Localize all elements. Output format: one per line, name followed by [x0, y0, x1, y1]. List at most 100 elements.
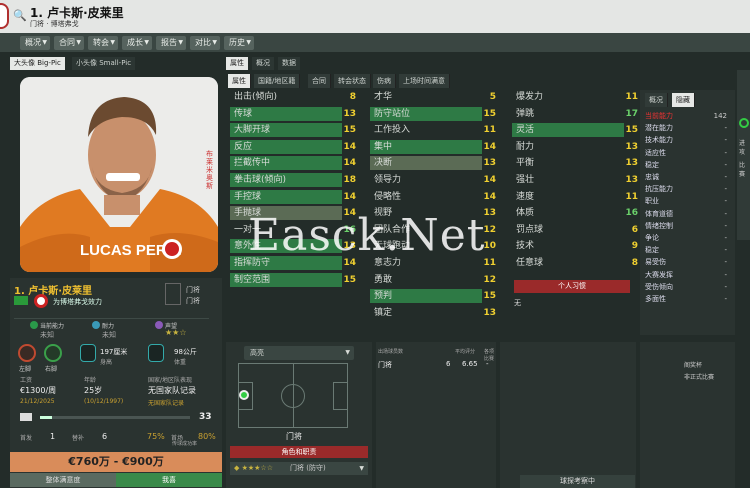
- honours-line-1: 阁奖杯: [684, 362, 703, 369]
- tab-big-pic[interactable]: 大头像 Big-Pic: [10, 57, 65, 70]
- attribute-value: 15: [483, 108, 496, 119]
- chevron-down-icon: ▼: [212, 39, 217, 46]
- nav-bar: 概况 ▼ 合同 ▼ 转会 ▼ 成长 ▼ 报告 ▼ 对比 ▼ 历史 ▼: [0, 33, 750, 52]
- wage-label: 工资: [20, 377, 33, 384]
- left-foot-label: 左脚: [19, 366, 32, 373]
- attribute-name: 罚点球: [516, 224, 544, 235]
- nav-compare[interactable]: 对比 ▼: [190, 36, 220, 50]
- role-selector[interactable]: ◆ ★★★☆☆ 门将 (防守) ▼: [230, 462, 368, 475]
- tab-overview[interactable]: 概况: [252, 57, 274, 70]
- attribute-value: 12: [483, 274, 496, 285]
- nav-history[interactable]: 历史 ▼: [224, 36, 254, 50]
- traits-none: 无: [514, 299, 521, 307]
- right-foot-icon: [44, 344, 62, 362]
- tab-data[interactable]: 数据: [278, 57, 300, 70]
- age-value: 25岁: [84, 386, 103, 395]
- stats-row-rating: 6.65: [462, 360, 478, 368]
- hidden-attribute-row: 大赛发挥 -: [645, 269, 727, 281]
- highlight-dropdown[interactable]: 高亮 ▼: [244, 346, 354, 360]
- position-line-2: 门将: [186, 297, 200, 305]
- hidden-attribute-name: 当前能力: [645, 112, 673, 120]
- tab-attributes[interactable]: 属性: [226, 57, 248, 70]
- attribute-row: 拦截传中 14: [230, 156, 358, 171]
- ability-icon: [30, 321, 38, 329]
- nav-contract[interactable]: 合同 ▼: [54, 36, 84, 50]
- role-duty-button[interactable]: 角色和职责: [230, 446, 368, 458]
- hidden-attribute-name: 抗压能力: [645, 185, 673, 194]
- attribute-value: 18: [343, 175, 356, 185]
- traits-button[interactable]: 个人习惯: [514, 280, 630, 293]
- attribute-row: 决断 13: [370, 156, 498, 171]
- attribute-name: 镇定: [374, 307, 393, 318]
- hidden-attribute-value: -: [724, 136, 727, 145]
- height-icon: [80, 344, 96, 362]
- stats-row-apps: 6: [446, 360, 451, 368]
- tab-profile[interactable]: 概况: [645, 93, 668, 107]
- attribute-name: 爆发力: [516, 92, 544, 102]
- hidden-attribute-name: 稳定: [645, 246, 659, 255]
- pitch-diagram: [238, 363, 348, 428]
- nav-transfer[interactable]: 转会 ▼: [88, 36, 118, 50]
- hidden-attribute-value: -: [724, 282, 727, 291]
- attribute-row: 制空范围 15: [230, 272, 358, 288]
- attribute-name: 工作投入: [374, 125, 411, 136]
- subtab-injury[interactable]: 伤病: [373, 74, 396, 88]
- attribute-value: 14: [483, 191, 496, 202]
- attribute-value: 11: [625, 92, 638, 102]
- hidden-attribute-name: 忠诚: [645, 173, 659, 181]
- hidden-attribute-row: 职业 -: [645, 195, 727, 207]
- hidden-attribute-value: -: [724, 148, 727, 157]
- attribute-name: 弹跳: [516, 108, 535, 119]
- attribute-value: 13: [483, 158, 496, 169]
- attribute-value: 14: [343, 191, 356, 202]
- hidden-attribute-name: 受伤倾向: [645, 282, 673, 291]
- attribute-name: 传球: [230, 106, 342, 121]
- height-label: 身高: [100, 359, 113, 366]
- attribute-value: 6: [631, 224, 638, 235]
- attribute-value: 15: [483, 291, 496, 302]
- club-badge-icon: [34, 294, 48, 308]
- nav-reports[interactable]: 报告 ▼: [156, 36, 186, 50]
- hidden-attribute-name: 体育道德: [645, 209, 673, 218]
- attribute-row: 拳击球(倾向) 18: [230, 173, 358, 188]
- attribute-name: 预判: [370, 289, 482, 304]
- attribute-value: 13: [483, 307, 496, 318]
- nav-overview[interactable]: 概况 ▼: [20, 36, 50, 50]
- subtab-contract[interactable]: 合同: [308, 74, 331, 88]
- hidden-attribute-name: 技术能力: [645, 136, 673, 145]
- chevron-down-icon: ▼: [76, 39, 81, 46]
- attribute-value: 16: [625, 208, 638, 219]
- like-button[interactable]: 我喜: [116, 473, 222, 487]
- nav-development[interactable]: 成长 ▼: [122, 36, 152, 50]
- title-bar: 🔍 1. 卢卡斯·皮莱里 门将 · 博塔弗戈: [0, 0, 750, 33]
- attribute-name: 技术: [516, 241, 535, 252]
- role-stars-icon: ◆ ★★★☆☆: [234, 464, 273, 472]
- pitch-position-label: 门将: [286, 432, 302, 441]
- stat-label-starts: 首发: [20, 435, 33, 442]
- attribute-row: 体质 16: [512, 206, 640, 221]
- attribute-name: 拦截传中: [230, 156, 342, 171]
- attribute-row: 防守站位 15: [370, 106, 498, 122]
- attribute-value: 15: [343, 274, 356, 285]
- subtab-playing-time[interactable]: 上场时间满意: [399, 74, 450, 88]
- subtab-attributes[interactable]: 属性: [228, 74, 251, 88]
- intl-label: 国家/地区队表现: [148, 377, 193, 384]
- tab-hidden[interactable]: 隐藏: [672, 93, 695, 107]
- role-line: 门将 (防守): [290, 464, 326, 472]
- subtab-nationality[interactable]: 国籍/地区籍: [254, 74, 301, 88]
- hidden-attribute-row: 情绪控制 -: [645, 220, 727, 232]
- progress-fill: [40, 416, 52, 419]
- tab-small-pic[interactable]: 小头像 Small-Pic: [72, 57, 136, 70]
- satisfaction-label[interactable]: 整体满意度: [10, 473, 116, 487]
- attribute-name: 侵略性: [374, 191, 402, 202]
- position-marker-icon: [239, 390, 249, 400]
- hidden-attribute-value: -: [724, 197, 727, 206]
- attribute-name: 集中: [370, 139, 482, 154]
- attribute-value: 13: [343, 108, 356, 119]
- hidden-attribute-value: -: [724, 221, 727, 230]
- subtab-transfer[interactable]: 转会状态: [334, 74, 371, 88]
- search-icon[interactable]: 🔍: [13, 9, 27, 22]
- hidden-attribute-row: 潜在能力 -: [645, 122, 727, 134]
- attribute-row: 工作投入 11: [370, 123, 498, 138]
- player-subtitle: 门将 · 博塔弗戈: [30, 20, 79, 28]
